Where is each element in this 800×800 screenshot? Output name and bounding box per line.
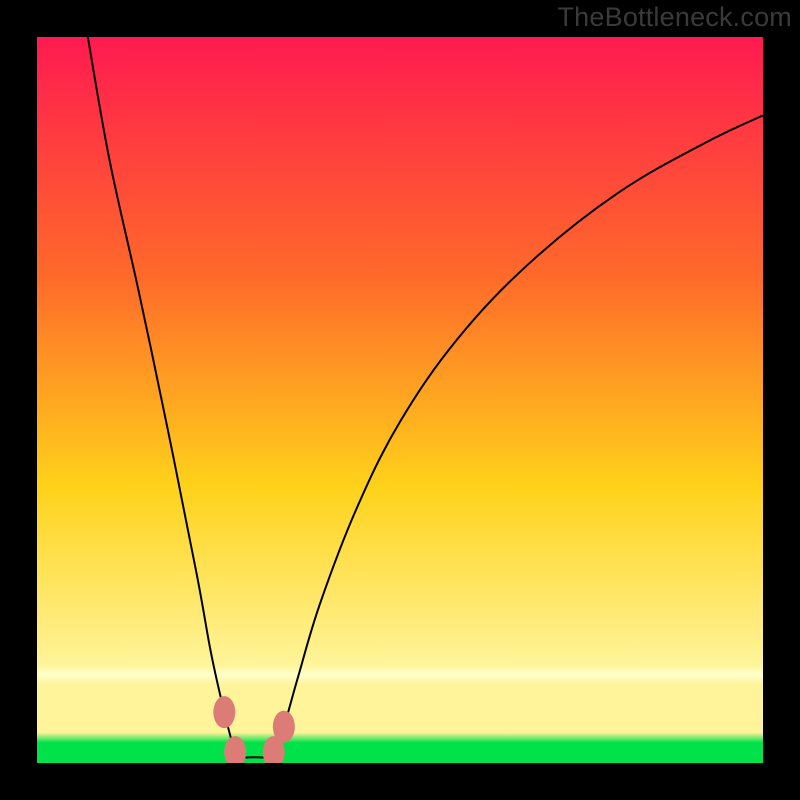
curve-marker	[213, 696, 235, 728]
chart-svg	[37, 37, 763, 763]
watermark-text: TheBottleneck.com	[557, 2, 792, 33]
plot-area	[37, 37, 763, 763]
chart-container: TheBottleneck.com	[0, 0, 800, 800]
gradient-background	[37, 37, 763, 763]
curve-marker	[273, 711, 295, 743]
